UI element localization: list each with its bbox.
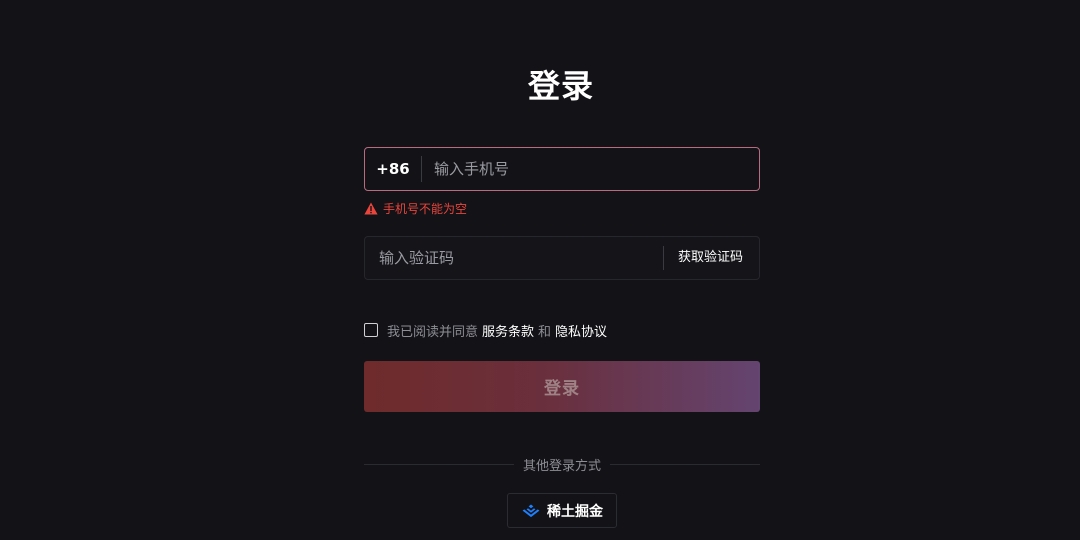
phone-error-message: 手机号不能为空 [364, 199, 467, 217]
agreement-row: 我已阅读并同意 服务条款 和 隐私协议 [364, 320, 607, 340]
error-text: 手机号不能为空 [383, 201, 468, 216]
page-title: 登录 [527, 67, 594, 105]
other-login-text: 其他登录方式 [523, 458, 602, 474]
login-button[interactable]: 登录 [364, 361, 760, 412]
other-login-divider: 其他登录方式 [364, 454, 761, 474]
country-code-prefix[interactable]: +86 [365, 156, 422, 182]
terms-link[interactable]: 服务条款 [482, 321, 534, 340]
juejin-login-label: 稀土掘金 [547, 503, 603, 520]
phone-input[interactable] [422, 148, 759, 190]
divider-line-right [610, 463, 761, 465]
privacy-link[interactable]: 隐私协议 [555, 321, 607, 340]
agreement-prefix-text: 我已阅读并同意 [387, 324, 479, 340]
verification-code-field[interactable]: 获取验证码 [364, 236, 760, 280]
agreement-checkbox[interactable] [364, 323, 378, 337]
warning-icon [364, 202, 378, 214]
login-page: 登录 +86 手机号不能为空 获取验证码 我已阅读并同意 服务条款 和 隐私协议… [0, 0, 1080, 540]
agreement-and-text: 和 [538, 324, 552, 340]
juejin-logo-icon [522, 504, 540, 517]
divider-line-left [364, 463, 514, 465]
get-code-button[interactable]: 获取验证码 [662, 246, 759, 270]
phone-field[interactable]: +86 [364, 147, 760, 191]
verification-code-input[interactable] [365, 237, 663, 279]
juejin-login-button[interactable]: 稀土掘金 [507, 493, 617, 528]
